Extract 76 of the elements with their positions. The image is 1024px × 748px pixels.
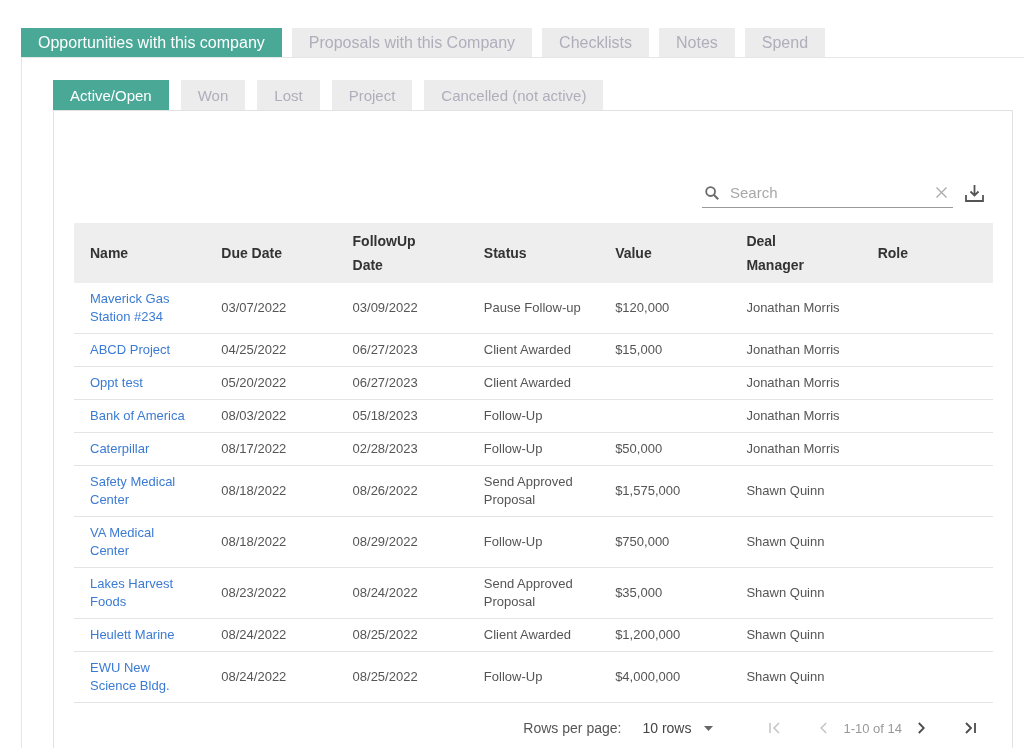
- deal-manager-name: Jonathan Morris: [746, 440, 840, 458]
- deal-manager-name: Jonathan Morris: [746, 341, 840, 359]
- value-text: $120,000: [615, 299, 670, 317]
- column-header: Name: [90, 244, 129, 263]
- due-date: 08/23/2022: [221, 584, 287, 602]
- due-date: 08/03/2022: [221, 407, 287, 425]
- search-icon: [705, 185, 719, 200]
- due-date: 08/18/2022: [221, 533, 287, 551]
- opportunity-link[interactable]: Maverick Gas Station #234: [90, 290, 190, 326]
- followup-date: 08/25/2022: [352, 668, 418, 686]
- due-date: 08/24/2022: [221, 668, 287, 686]
- deal-manager-name: Shawn Quinn: [746, 584, 825, 602]
- deal-manager-name: Shawn Quinn: [746, 668, 825, 686]
- deal-manager-name: Shawn Quinn: [746, 533, 825, 551]
- status-text: Send Approved Proposal: [483, 473, 574, 509]
- status-text: Follow-Up: [483, 668, 543, 686]
- rows-per-page-label: Rows per page:: [523, 720, 622, 736]
- page-range: 1-10 of 14: [843, 720, 902, 736]
- opportunity-link[interactable]: EWU New Science Bldg.: [90, 659, 190, 695]
- due-date: 05/20/2022: [221, 374, 287, 392]
- deal-manager-name: Shawn Quinn: [746, 482, 825, 500]
- opportunity-link[interactable]: Heulett Marine: [90, 626, 175, 644]
- download-icon[interactable]: [965, 184, 984, 202]
- value-text: $50,000: [615, 440, 663, 458]
- status-text: Follow-Up: [483, 440, 543, 458]
- opportunity-link[interactable]: Caterpillar: [90, 440, 150, 458]
- opportunity-link[interactable]: VA Medical Center: [90, 524, 190, 560]
- followup-date: 08/25/2022: [352, 626, 418, 644]
- due-date: 08/18/2022: [221, 482, 287, 500]
- column-header: Deal Manager: [746, 232, 805, 275]
- value-text: $1,200,000: [615, 626, 681, 644]
- value-text: $1,575,000: [615, 482, 681, 500]
- status-text: Follow-Up: [483, 407, 543, 425]
- column-header: Due Date: [221, 244, 282, 263]
- value-text: $750,000: [615, 533, 670, 551]
- chevron-right-icon[interactable]: [918, 722, 925, 734]
- deal-manager-name: Shawn Quinn: [746, 626, 825, 644]
- opportunity-link[interactable]: Oppt test: [90, 374, 143, 392]
- followup-date: 08/29/2022: [352, 533, 418, 551]
- rows-per-page-select[interactable]: 10 rows: [642, 720, 714, 736]
- followup-date: 06/27/2023: [352, 341, 418, 359]
- last-page-icon[interactable]: [965, 722, 976, 734]
- due-date: 08/17/2022: [221, 440, 287, 458]
- opportunity-link[interactable]: Lakes Harvest Foods: [90, 575, 190, 611]
- followup-date: 08/26/2022: [352, 482, 418, 500]
- status-text: Client Awarded: [483, 374, 572, 392]
- due-date: 04/25/2022: [221, 341, 287, 359]
- tab[interactable]: Active/Open: [53, 80, 169, 110]
- status-text: Send Approved Proposal: [483, 575, 574, 611]
- caret-down-icon: [704, 725, 714, 731]
- column-header: Status: [483, 244, 527, 263]
- column-header: Value: [615, 244, 652, 263]
- followup-date: 05/18/2023: [352, 407, 418, 425]
- followup-date: 06/27/2023: [352, 374, 418, 392]
- value-text: $35,000: [615, 584, 663, 602]
- deal-manager-name: Jonathan Morris: [746, 299, 840, 317]
- due-date: 08/24/2022: [221, 626, 287, 644]
- opportunity-link[interactable]: ABCD Project: [90, 341, 171, 359]
- followup-date: 02/28/2023: [352, 440, 418, 458]
- value-text: $15,000: [615, 341, 663, 359]
- status-text: Client Awarded: [483, 341, 572, 359]
- opportunity-link[interactable]: Safety Medical Center: [90, 473, 190, 509]
- followup-date: 03/09/2022: [352, 299, 418, 317]
- value-text: $4,000,000: [615, 668, 681, 686]
- opportunity-link[interactable]: Bank of America: [90, 407, 185, 425]
- followup-date: 08/24/2022: [352, 584, 418, 602]
- status-text: Pause Follow-up: [483, 299, 581, 317]
- column-header: Role: [877, 244, 909, 263]
- status-text: Client Awarded: [483, 626, 572, 644]
- tab[interactable]: Opportunities with this company: [21, 28, 282, 57]
- deal-manager-name: Jonathan Morris: [746, 374, 840, 392]
- column-header: FollowUp Date: [352, 232, 417, 275]
- deal-manager-name: Jonathan Morris: [746, 407, 840, 425]
- search-field[interactable]: Search: [730, 181, 925, 204]
- status-text: Follow-Up: [483, 533, 543, 551]
- due-date: 03/07/2022: [221, 299, 287, 317]
